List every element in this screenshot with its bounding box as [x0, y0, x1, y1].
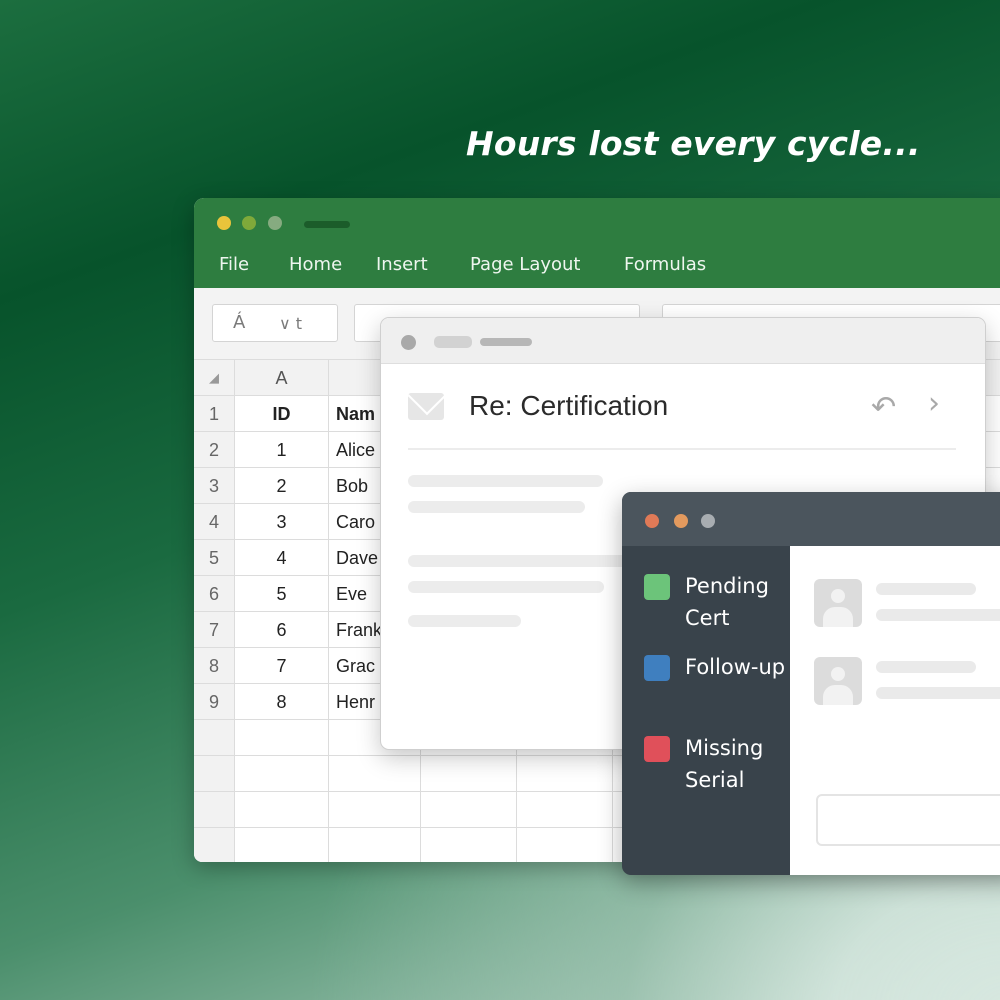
title-placeholder: [304, 221, 350, 228]
cell-id[interactable]: 6: [235, 612, 329, 648]
row-number[interactable]: 9: [194, 684, 235, 720]
tag-label: Follow-up: [685, 655, 786, 679]
cell[interactable]: [329, 828, 421, 862]
text-placeholder: [876, 583, 976, 595]
row-number[interactable]: 6: [194, 576, 235, 612]
tag-color-blue: [644, 655, 670, 681]
row-number[interactable]: 2: [194, 432, 235, 468]
avatar-head: [831, 667, 845, 681]
tags-titlebar: [622, 492, 1000, 546]
cell-id[interactable]: ID: [235, 396, 329, 432]
title-placeholder: [480, 338, 532, 346]
cell-id[interactable]: 3: [235, 504, 329, 540]
row-number[interactable]: [194, 720, 235, 756]
spreadsheet-ribbon: File Home Insert Page Layout Formulas: [194, 198, 1000, 288]
title-placeholder: [434, 336, 472, 348]
window-dot[interactable]: [268, 216, 282, 230]
headline: Hours lost every cycle...: [466, 124, 921, 163]
cell-id[interactable]: 2: [235, 468, 329, 504]
tag-color-green: [644, 574, 670, 600]
cell[interactable]: [235, 828, 329, 862]
menu-home[interactable]: Home: [289, 254, 342, 275]
cell[interactable]: [421, 828, 517, 862]
avatar-head: [831, 589, 845, 603]
cell-id[interactable]: 8: [235, 684, 329, 720]
cell[interactable]: [421, 792, 517, 828]
font-dropdown-label: ∨ t: [279, 314, 303, 333]
menu-page-layout[interactable]: Page Layout: [470, 254, 581, 275]
forward-icon[interactable]: ›: [928, 386, 940, 421]
row-number[interactable]: [194, 792, 235, 828]
column-header-a[interactable]: A: [235, 360, 329, 396]
cell[interactable]: [329, 756, 421, 792]
minimize-dot[interactable]: [217, 216, 231, 230]
cell[interactable]: [517, 756, 613, 792]
text-placeholder: [408, 555, 648, 567]
email-titlebar: [381, 318, 985, 364]
avatar-body: [823, 607, 853, 627]
row-number[interactable]: 4: [194, 504, 235, 540]
cell[interactable]: [235, 720, 329, 756]
cell-id[interactable]: 1: [235, 432, 329, 468]
divider: [408, 448, 956, 450]
font-size-icon: Á: [233, 312, 246, 333]
row-number[interactable]: 7: [194, 612, 235, 648]
cell[interactable]: [517, 792, 613, 828]
cell[interactable]: [235, 756, 329, 792]
text-placeholder: [408, 615, 521, 627]
reply-input[interactable]: [816, 794, 1000, 846]
email-subject: Re: Certification: [469, 390, 669, 421]
row-number[interactable]: 3: [194, 468, 235, 504]
window-dot[interactable]: [401, 335, 416, 350]
tag-label: Missing Serial: [685, 736, 764, 792]
maximize-dot[interactable]: [242, 216, 256, 230]
cell-id[interactable]: 5: [235, 576, 329, 612]
row-number[interactable]: 1: [194, 396, 235, 432]
minimize-dot[interactable]: [674, 514, 688, 528]
text-placeholder: [876, 609, 1000, 621]
cell[interactable]: [421, 756, 517, 792]
avatar[interactable]: [814, 657, 862, 705]
font-size-box[interactable]: Á ∨ t: [212, 304, 338, 342]
menu-formulas[interactable]: Formulas: [624, 254, 706, 275]
text-placeholder: [876, 661, 976, 673]
select-all-corner[interactable]: ◢: [194, 360, 235, 396]
menu-insert[interactable]: Insert: [376, 254, 428, 275]
maximize-dot[interactable]: [701, 514, 715, 528]
text-placeholder: [876, 687, 1000, 699]
message-list-pane: [790, 546, 1000, 875]
cell-id[interactable]: 4: [235, 540, 329, 576]
row-number[interactable]: [194, 828, 235, 862]
tags-window: Pending Cert Follow-up Missing Serial: [622, 492, 1000, 875]
cell[interactable]: [329, 792, 421, 828]
text-placeholder: [408, 581, 604, 593]
close-dot[interactable]: [645, 514, 659, 528]
row-number[interactable]: 8: [194, 648, 235, 684]
tag-color-red: [644, 736, 670, 762]
cell[interactable]: [235, 792, 329, 828]
row-number[interactable]: [194, 756, 235, 792]
cell[interactable]: [517, 828, 613, 862]
reply-icon[interactable]: ↶: [871, 390, 896, 425]
avatar[interactable]: [814, 579, 862, 627]
cell-id[interactable]: 7: [235, 648, 329, 684]
avatar-body: [823, 685, 853, 705]
envelope-icon: [408, 393, 444, 420]
row-number[interactable]: 5: [194, 540, 235, 576]
menu-file[interactable]: File: [219, 254, 249, 275]
tag-label: Pending Cert: [685, 574, 769, 630]
text-placeholder: [408, 501, 585, 513]
text-placeholder: [408, 475, 603, 487]
